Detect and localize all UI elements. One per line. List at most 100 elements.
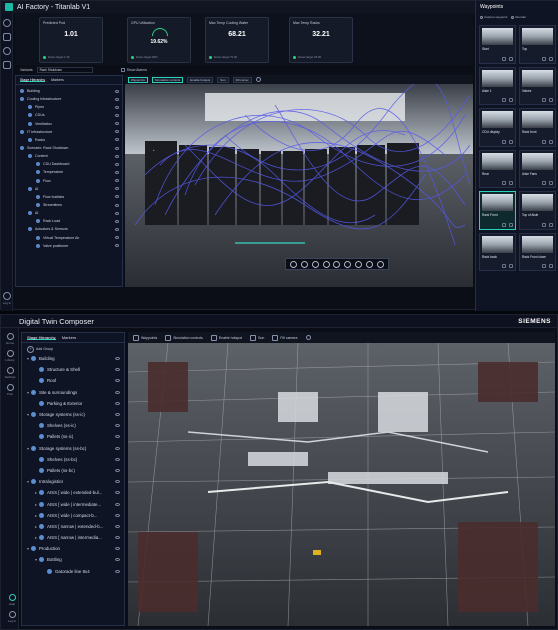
simulation-controls-toggle[interactable]: Simulation controls — [151, 76, 184, 83]
tree-row[interactable]: Shelves (ss-bc) — [22, 454, 124, 465]
visibility-eye-icon[interactable] — [115, 97, 119, 101]
visibility-eye-icon[interactable] — [115, 558, 120, 562]
visibility-eye-icon[interactable] — [115, 219, 119, 223]
visibility-eye-icon[interactable] — [115, 203, 119, 207]
edit-icon[interactable] — [502, 264, 506, 268]
info-icon[interactable] — [305, 335, 311, 340]
tree-row[interactable]: Parking & Exterior — [22, 398, 124, 409]
visibility-eye-icon[interactable] — [115, 138, 119, 142]
edit-icon[interactable] — [502, 56, 506, 61]
reorder-option[interactable]: Reorder — [511, 15, 526, 19]
step-forward-icon[interactable] — [333, 260, 341, 268]
enable-hotspot-toggle[interactable]: Enable hotspot — [187, 76, 214, 83]
delete-icon[interactable] — [509, 56, 513, 61]
waypoint-card[interactable]: Top — [519, 25, 556, 64]
delete-icon[interactable] — [549, 56, 553, 61]
tree-row[interactable]: ▸ AISS [ narrow | intermedia... — [22, 532, 124, 543]
record-icon[interactable] — [355, 260, 363, 268]
tree-row[interactable]: AI — [16, 209, 122, 217]
tree-row[interactable]: Building — [16, 87, 122, 95]
delete-icon[interactable] — [509, 264, 513, 268]
tree-row[interactable]: Ventilation — [16, 120, 122, 128]
tree-row[interactable]: Pallets (ss-ic) — [22, 431, 124, 442]
simulation-controls-toggle[interactable]: Simulation controls — [165, 335, 203, 341]
visibility-eye-icon[interactable] — [115, 113, 119, 117]
visibility-eye-icon[interactable] — [115, 244, 119, 248]
waypoint-card[interactable]: Valves — [519, 66, 556, 105]
delete-icon[interactable] — [549, 222, 553, 227]
fill-camera-toggle[interactable]: Fill camera — [272, 335, 297, 341]
edit-icon[interactable] — [502, 181, 506, 185]
capture-waypoint-option[interactable]: Capture waypoint — [480, 15, 507, 19]
edit-icon[interactable] — [502, 139, 506, 144]
tree-row[interactable]: Temperature — [16, 168, 122, 176]
waypoint-card[interactable]: Rack Front — [479, 191, 516, 230]
waypoints-toggle[interactable]: Waypoints — [128, 76, 148, 83]
rail-login[interactable]: Log In — [5, 611, 19, 623]
delete-icon[interactable] — [549, 98, 553, 102]
tree-row[interactable]: Rack Load — [16, 217, 122, 225]
edit-icon[interactable] — [542, 98, 546, 102]
visibility-eye-icon[interactable] — [115, 130, 119, 134]
visibility-eye-icon[interactable] — [115, 569, 120, 573]
waypoint-card[interactable]: Start — [479, 25, 516, 64]
edit-icon[interactable] — [542, 181, 546, 185]
tree-row[interactable]: Flow — [16, 177, 122, 185]
edit-icon[interactable] — [542, 264, 546, 268]
tree-row[interactable]: AI — [16, 185, 122, 193]
rail-home[interactable]: Home — [3, 333, 17, 345]
tree-row[interactable]: Racks — [16, 136, 122, 144]
visibility-eye-icon[interactable] — [115, 179, 119, 183]
cube-icon[interactable] — [3, 61, 11, 69]
tree-row[interactable]: ▸ AISS [ narrow | extended-b... — [22, 521, 124, 532]
delete-icon[interactable] — [509, 98, 513, 102]
visibility-eye-icon[interactable] — [115, 491, 120, 495]
fill-cursor-toggle[interactable]: Fill cursor — [232, 76, 252, 83]
visibility-eye-icon[interactable] — [115, 227, 119, 231]
speed-icon[interactable] — [376, 260, 384, 268]
tree-row[interactable]: Gatorade line 8x4 — [22, 566, 124, 577]
delete-icon[interactable] — [549, 139, 553, 144]
show-alarms-toggle[interactable]: Show Alarms — [120, 68, 147, 73]
visibility-eye-icon[interactable] — [115, 105, 119, 109]
edit-icon[interactable] — [542, 56, 546, 61]
step-back-icon[interactable] — [300, 260, 308, 268]
tab-stage-hierarchy[interactable]: Stage Hierarchy — [20, 78, 46, 82]
3d-viewport[interactable]: Waypoints Simulation controls Enable hot… — [128, 332, 555, 626]
tree-row[interactable]: ▾ Intralogistics — [22, 476, 124, 487]
visibility-eye-icon[interactable] — [115, 236, 119, 240]
tab-markers[interactable]: Markers — [62, 335, 76, 340]
enable-hotspot-toggle[interactable]: Enable hotspot — [211, 335, 242, 341]
tree-row[interactable]: ▾ Storage systems (ss-ic) — [22, 409, 124, 420]
stop-icon[interactable] — [311, 260, 319, 268]
tree-row[interactable]: CDUs — [16, 111, 122, 119]
tree-row[interactable]: Roof — [22, 375, 124, 386]
visibility-eye-icon[interactable] — [115, 357, 120, 361]
edit-icon[interactable] — [502, 98, 506, 102]
rail-help[interactable]: Help — [5, 594, 19, 606]
variant-select[interactable]: Rack Shutdown — [36, 67, 93, 73]
rail-settings[interactable]: Settings — [3, 367, 17, 379]
tree-row[interactable]: CDU Dashboard — [16, 160, 122, 168]
delete-icon[interactable] — [509, 222, 513, 227]
3d-viewport[interactable]: Waypoints Simulation controls Enable hot… — [125, 75, 473, 287]
visibility-eye-icon[interactable] — [115, 89, 119, 93]
waypoint-card[interactable]: Rack Front close — [519, 232, 556, 271]
rail-twin[interactable]: Twin — [3, 384, 17, 396]
visibility-eye-icon[interactable] — [115, 446, 120, 450]
visibility-eye-icon[interactable] — [115, 480, 120, 484]
skip-forward-icon[interactable] — [344, 260, 352, 268]
visibility-eye-icon[interactable] — [115, 195, 119, 199]
waypoint-card[interactable]: Rack back — [479, 232, 516, 271]
visibility-eye-icon[interactable] — [115, 413, 120, 417]
visibility-eye-icon[interactable] — [115, 502, 120, 506]
visibility-eye-icon[interactable] — [115, 424, 120, 428]
home-icon[interactable] — [3, 19, 11, 27]
visibility-eye-icon[interactable] — [115, 468, 120, 472]
tree-row[interactable]: Virtual Temperature Air — [16, 234, 122, 242]
visibility-eye-icon[interactable] — [115, 457, 120, 461]
tree-row[interactable]: Valve positioner — [16, 242, 122, 250]
loop-icon[interactable] — [366, 260, 374, 268]
add-group-button[interactable]: Add Group — [22, 343, 124, 353]
edit-icon[interactable] — [542, 222, 546, 227]
